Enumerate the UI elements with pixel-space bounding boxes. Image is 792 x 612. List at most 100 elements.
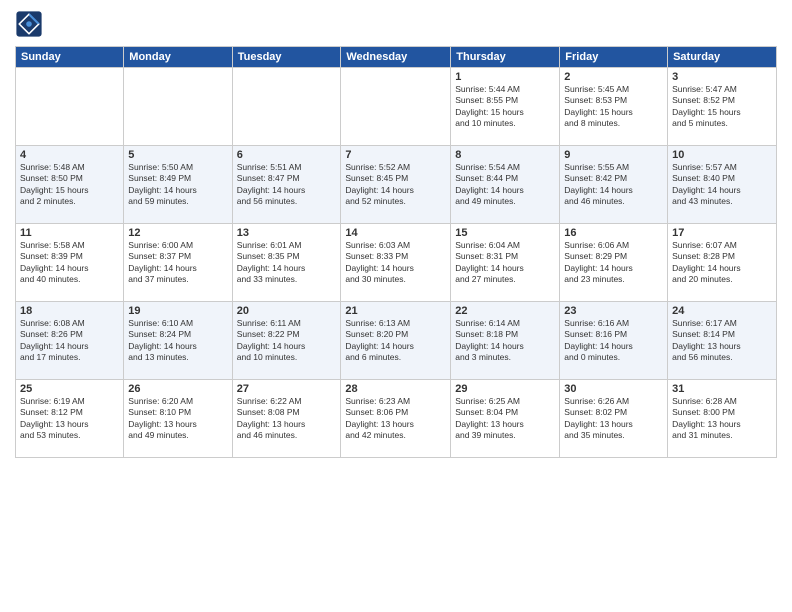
day-number: 9	[564, 149, 663, 161]
calendar-cell: 26Sunrise: 6:20 AMSunset: 8:10 PMDayligh…	[124, 380, 232, 458]
page: SundayMondayTuesdayWednesdayThursdayFrid…	[0, 0, 792, 612]
calendar-cell: 29Sunrise: 6:25 AMSunset: 8:04 PMDayligh…	[451, 380, 560, 458]
day-number: 31	[672, 383, 772, 395]
calendar-cell: 23Sunrise: 6:16 AMSunset: 8:16 PMDayligh…	[560, 302, 668, 380]
calendar-cell: 28Sunrise: 6:23 AMSunset: 8:06 PMDayligh…	[341, 380, 451, 458]
day-info: Sunrise: 5:45 AMSunset: 8:53 PMDaylight:…	[564, 84, 663, 130]
day-info: Sunrise: 6:00 AMSunset: 8:37 PMDaylight:…	[128, 240, 227, 286]
calendar-cell: 19Sunrise: 6:10 AMSunset: 8:24 PMDayligh…	[124, 302, 232, 380]
calendar-cell: 20Sunrise: 6:11 AMSunset: 8:22 PMDayligh…	[232, 302, 341, 380]
day-info: Sunrise: 6:08 AMSunset: 8:26 PMDaylight:…	[20, 318, 119, 364]
day-info: Sunrise: 6:17 AMSunset: 8:14 PMDaylight:…	[672, 318, 772, 364]
day-info: Sunrise: 5:51 AMSunset: 8:47 PMDaylight:…	[237, 162, 337, 208]
day-info: Sunrise: 5:48 AMSunset: 8:50 PMDaylight:…	[20, 162, 119, 208]
day-info: Sunrise: 6:01 AMSunset: 8:35 PMDaylight:…	[237, 240, 337, 286]
calendar-cell: 13Sunrise: 6:01 AMSunset: 8:35 PMDayligh…	[232, 224, 341, 302]
day-info: Sunrise: 6:10 AMSunset: 8:24 PMDaylight:…	[128, 318, 227, 364]
day-number: 29	[455, 383, 555, 395]
day-number: 6	[237, 149, 337, 161]
calendar-cell: 15Sunrise: 6:04 AMSunset: 8:31 PMDayligh…	[451, 224, 560, 302]
day-number: 3	[672, 71, 772, 83]
day-info: Sunrise: 6:13 AMSunset: 8:20 PMDaylight:…	[345, 318, 446, 364]
calendar-cell: 31Sunrise: 6:28 AMSunset: 8:00 PMDayligh…	[668, 380, 777, 458]
day-info: Sunrise: 6:04 AMSunset: 8:31 PMDaylight:…	[455, 240, 555, 286]
day-info: Sunrise: 6:07 AMSunset: 8:28 PMDaylight:…	[672, 240, 772, 286]
day-info: Sunrise: 5:55 AMSunset: 8:42 PMDaylight:…	[564, 162, 663, 208]
day-number: 12	[128, 227, 227, 239]
header	[15, 10, 777, 38]
calendar-cell	[124, 68, 232, 146]
day-info: Sunrise: 5:44 AMSunset: 8:55 PMDaylight:…	[455, 84, 555, 130]
day-number: 23	[564, 305, 663, 317]
day-number: 19	[128, 305, 227, 317]
day-number: 30	[564, 383, 663, 395]
calendar-week-5: 25Sunrise: 6:19 AMSunset: 8:12 PMDayligh…	[16, 380, 777, 458]
calendar-cell: 2Sunrise: 5:45 AMSunset: 8:53 PMDaylight…	[560, 68, 668, 146]
calendar-week-1: 1Sunrise: 5:44 AMSunset: 8:55 PMDaylight…	[16, 68, 777, 146]
day-info: Sunrise: 6:03 AMSunset: 8:33 PMDaylight:…	[345, 240, 446, 286]
calendar-cell: 4Sunrise: 5:48 AMSunset: 8:50 PMDaylight…	[16, 146, 124, 224]
calendar-cell: 9Sunrise: 5:55 AMSunset: 8:42 PMDaylight…	[560, 146, 668, 224]
calendar-cell: 17Sunrise: 6:07 AMSunset: 8:28 PMDayligh…	[668, 224, 777, 302]
day-number: 25	[20, 383, 119, 395]
day-number: 20	[237, 305, 337, 317]
logo-icon	[15, 10, 43, 38]
day-number: 26	[128, 383, 227, 395]
calendar-cell: 22Sunrise: 6:14 AMSunset: 8:18 PMDayligh…	[451, 302, 560, 380]
day-number: 18	[20, 305, 119, 317]
calendar-cell: 3Sunrise: 5:47 AMSunset: 8:52 PMDaylight…	[668, 68, 777, 146]
day-number: 10	[672, 149, 772, 161]
calendar-table: SundayMondayTuesdayWednesdayThursdayFrid…	[15, 46, 777, 458]
day-info: Sunrise: 6:16 AMSunset: 8:16 PMDaylight:…	[564, 318, 663, 364]
day-info: Sunrise: 5:47 AMSunset: 8:52 PMDaylight:…	[672, 84, 772, 130]
calendar-cell: 7Sunrise: 5:52 AMSunset: 8:45 PMDaylight…	[341, 146, 451, 224]
day-info: Sunrise: 6:28 AMSunset: 8:00 PMDaylight:…	[672, 396, 772, 442]
day-number: 27	[237, 383, 337, 395]
day-info: Sunrise: 6:23 AMSunset: 8:06 PMDaylight:…	[345, 396, 446, 442]
calendar-cell: 8Sunrise: 5:54 AMSunset: 8:44 PMDaylight…	[451, 146, 560, 224]
calendar-week-4: 18Sunrise: 6:08 AMSunset: 8:26 PMDayligh…	[16, 302, 777, 380]
day-number: 2	[564, 71, 663, 83]
calendar-cell: 21Sunrise: 6:13 AMSunset: 8:20 PMDayligh…	[341, 302, 451, 380]
day-number: 17	[672, 227, 772, 239]
day-info: Sunrise: 5:50 AMSunset: 8:49 PMDaylight:…	[128, 162, 227, 208]
day-info: Sunrise: 6:22 AMSunset: 8:08 PMDaylight:…	[237, 396, 337, 442]
day-header-friday: Friday	[560, 47, 668, 68]
calendar-cell: 18Sunrise: 6:08 AMSunset: 8:26 PMDayligh…	[16, 302, 124, 380]
day-header-sunday: Sunday	[16, 47, 124, 68]
calendar-cell	[16, 68, 124, 146]
calendar-cell: 16Sunrise: 6:06 AMSunset: 8:29 PMDayligh…	[560, 224, 668, 302]
day-number: 7	[345, 149, 446, 161]
day-info: Sunrise: 6:14 AMSunset: 8:18 PMDaylight:…	[455, 318, 555, 364]
calendar-cell: 11Sunrise: 5:58 AMSunset: 8:39 PMDayligh…	[16, 224, 124, 302]
day-header-thursday: Thursday	[451, 47, 560, 68]
day-info: Sunrise: 5:58 AMSunset: 8:39 PMDaylight:…	[20, 240, 119, 286]
day-info: Sunrise: 6:06 AMSunset: 8:29 PMDaylight:…	[564, 240, 663, 286]
calendar-cell: 24Sunrise: 6:17 AMSunset: 8:14 PMDayligh…	[668, 302, 777, 380]
day-info: Sunrise: 6:20 AMSunset: 8:10 PMDaylight:…	[128, 396, 227, 442]
day-info: Sunrise: 5:57 AMSunset: 8:40 PMDaylight:…	[672, 162, 772, 208]
calendar-cell: 30Sunrise: 6:26 AMSunset: 8:02 PMDayligh…	[560, 380, 668, 458]
day-number: 1	[455, 71, 555, 83]
calendar-cell: 10Sunrise: 5:57 AMSunset: 8:40 PMDayligh…	[668, 146, 777, 224]
day-info: Sunrise: 6:26 AMSunset: 8:02 PMDaylight:…	[564, 396, 663, 442]
day-header-tuesday: Tuesday	[232, 47, 341, 68]
calendar-header-row: SundayMondayTuesdayWednesdayThursdayFrid…	[16, 47, 777, 68]
day-header-wednesday: Wednesday	[341, 47, 451, 68]
calendar-cell: 1Sunrise: 5:44 AMSunset: 8:55 PMDaylight…	[451, 68, 560, 146]
day-number: 15	[455, 227, 555, 239]
calendar-week-3: 11Sunrise: 5:58 AMSunset: 8:39 PMDayligh…	[16, 224, 777, 302]
calendar-cell: 14Sunrise: 6:03 AMSunset: 8:33 PMDayligh…	[341, 224, 451, 302]
day-number: 14	[345, 227, 446, 239]
calendar-cell: 12Sunrise: 6:00 AMSunset: 8:37 PMDayligh…	[124, 224, 232, 302]
calendar-cell: 25Sunrise: 6:19 AMSunset: 8:12 PMDayligh…	[16, 380, 124, 458]
day-info: Sunrise: 6:25 AMSunset: 8:04 PMDaylight:…	[455, 396, 555, 442]
day-number: 11	[20, 227, 119, 239]
calendar-cell: 5Sunrise: 5:50 AMSunset: 8:49 PMDaylight…	[124, 146, 232, 224]
day-info: Sunrise: 6:11 AMSunset: 8:22 PMDaylight:…	[237, 318, 337, 364]
day-number: 21	[345, 305, 446, 317]
day-info: Sunrise: 5:54 AMSunset: 8:44 PMDaylight:…	[455, 162, 555, 208]
day-info: Sunrise: 5:52 AMSunset: 8:45 PMDaylight:…	[345, 162, 446, 208]
day-number: 24	[672, 305, 772, 317]
calendar-week-2: 4Sunrise: 5:48 AMSunset: 8:50 PMDaylight…	[16, 146, 777, 224]
